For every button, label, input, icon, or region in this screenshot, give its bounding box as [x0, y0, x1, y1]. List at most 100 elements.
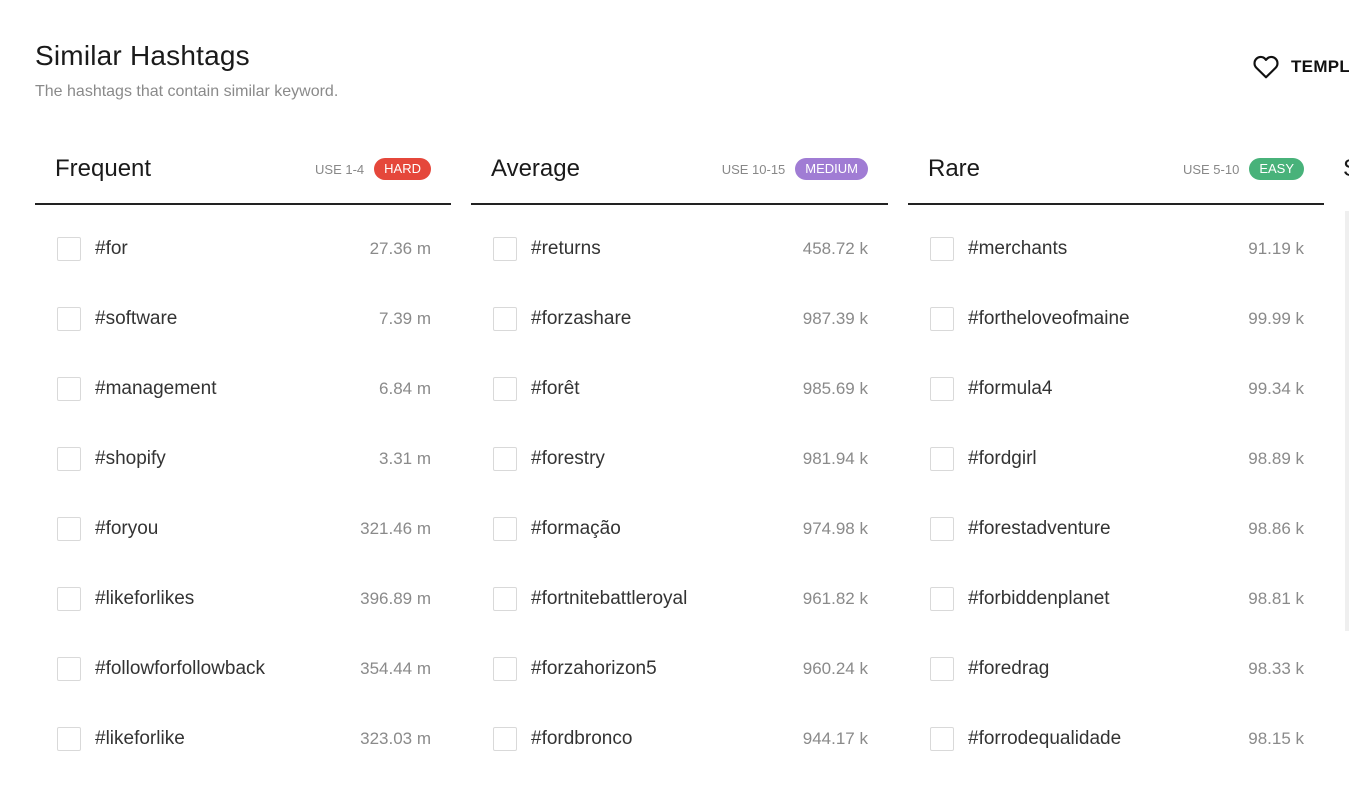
hashtag-row[interactable]: #for 27.36 m [35, 205, 451, 275]
hashtag-label: #formação [531, 518, 621, 539]
hashtag-count: 99.99 k [1248, 309, 1304, 328]
hashtag-checkbox[interactable] [57, 517, 81, 541]
hashtag-checkbox[interactable] [57, 377, 81, 401]
column-average: Average USE 10-15 MEDIUM #returns 458.72 … [471, 145, 888, 765]
hashtag-row[interactable]: #management 6.84 m [35, 345, 451, 415]
hashtag-label: #foredrag [968, 658, 1050, 679]
hashtag-checkbox[interactable] [493, 587, 517, 611]
hashtag-checkbox[interactable] [930, 307, 954, 331]
hashtag-label: #fordgirl [968, 448, 1037, 469]
hashtag-checkbox[interactable] [930, 727, 954, 751]
hashtag-count: 323.03 m [360, 729, 431, 748]
hashtag-row[interactable]: #forzashare 987.39 k [471, 275, 888, 345]
hashtag-label: #followforfollowback [95, 658, 266, 679]
hashtag-label: #for [95, 238, 128, 259]
hashtag-label: #likeforlikes [95, 588, 195, 609]
hashtag-row[interactable]: #likeforlikes 396.89 m [35, 555, 451, 625]
hashtag-checkbox[interactable] [493, 307, 517, 331]
partial-column-title: S [1343, 155, 1349, 183]
hashtag-count: 98.89 k [1248, 449, 1304, 468]
hashtag-row[interactable]: #forbiddenplanet 98.81 k [908, 555, 1324, 625]
hashtag-label: #software [95, 308, 178, 329]
hashtag-row[interactable]: #forrodequalidade 98.15 k [908, 695, 1324, 765]
hashtag-count: 91.19 k [1248, 239, 1304, 258]
hashtag-label: #fortnitebattleroyal [531, 588, 688, 609]
hashtag-label: #forestadventure [968, 518, 1111, 539]
column-meta: USE 10-15 MEDIUM [722, 158, 868, 180]
hashtag-row[interactable]: #formação 974.98 k [471, 485, 888, 555]
hashtag-checkbox[interactable] [493, 517, 517, 541]
hashtag-count: 7.39 m [379, 309, 431, 328]
scroll-edge [1345, 211, 1349, 631]
hashtag-label: #forbiddenplanet [968, 588, 1110, 609]
hashtag-count: 458.72 k [802, 239, 868, 258]
hashtag-row[interactable]: #foredrag 98.33 k [908, 625, 1324, 695]
hashtag-count: 27.36 m [369, 239, 431, 258]
hashtag-label: #formula4 [968, 378, 1053, 399]
hashtag-checkbox[interactable] [930, 237, 954, 261]
column-meta: USE 1-4 HARD [315, 158, 431, 180]
hashtag-row[interactable]: #formula4 99.34 k [908, 345, 1324, 415]
hashtag-count: 6.84 m [379, 379, 431, 398]
hashtag-checkbox[interactable] [57, 657, 81, 681]
hashtag-checkbox[interactable] [57, 237, 81, 261]
hashtag-checkbox[interactable] [930, 657, 954, 681]
hashtag-row[interactable]: #merchants 91.19 k [908, 205, 1324, 275]
hashtag-row[interactable]: #fortnitebattleroyal 961.82 k [471, 555, 888, 625]
hashtag-row[interactable]: #fordbronco 944.17 k [471, 695, 888, 765]
hashtag-count: 396.89 m [360, 589, 431, 608]
hashtag-count: 98.15 k [1248, 729, 1304, 748]
difficulty-badge: HARD [374, 158, 431, 180]
hashtag-row[interactable]: #returns 458.72 k [471, 205, 888, 275]
hashtag-count: 99.34 k [1248, 379, 1304, 398]
difficulty-badge: EASY [1249, 158, 1304, 180]
hashtag-row[interactable]: #fordgirl 98.89 k [908, 415, 1324, 485]
hashtag-count: 974.98 k [802, 519, 868, 538]
page-title: Similar Hashtags [35, 40, 250, 71]
usage-hint: USE 5-10 [1182, 161, 1240, 177]
hashtag-checkbox[interactable] [493, 727, 517, 751]
hashtag-checkbox[interactable] [57, 587, 81, 611]
hashtag-label: #forzashare [531, 308, 632, 329]
hashtag-count: 321.46 m [360, 519, 431, 538]
hashtag-label: #forzahorizon5 [531, 658, 657, 679]
hashtag-count: 3.31 m [379, 449, 431, 468]
usage-hint: USE 1-4 [315, 161, 365, 177]
hashtag-row[interactable]: #foryou 321.46 m [35, 485, 451, 555]
hashtag-row[interactable]: #followforfollowback 354.44 m [35, 625, 451, 695]
hashtag-checkbox[interactable] [930, 447, 954, 471]
column-header: Frequent USE 1-4 HARD [35, 145, 451, 205]
hashtag-count: 354.44 m [360, 659, 431, 678]
hashtag-checkbox[interactable] [57, 447, 81, 471]
hashtag-checkbox[interactable] [930, 377, 954, 401]
hashtag-checkbox[interactable] [493, 657, 517, 681]
hashtag-row[interactable]: #forestry 981.94 k [471, 415, 888, 485]
hashtag-checkbox[interactable] [493, 237, 517, 261]
hashtag-checkbox[interactable] [57, 727, 81, 751]
hashtag-count: 985.69 k [802, 379, 868, 398]
hashtag-checkbox[interactable] [493, 377, 517, 401]
hashtag-label: #returns [531, 238, 601, 259]
heart-icon [1253, 55, 1279, 79]
hashtag-label: #management [95, 378, 217, 399]
templates-button[interactable]: TEMPL [1253, 55, 1349, 79]
hashtag-row[interactable]: #shopify 3.31 m [35, 415, 451, 485]
hashtag-checkbox[interactable] [930, 517, 954, 541]
hashtag-row[interactable]: #fortheloveofmaine 99.99 k [908, 275, 1324, 345]
page-subtitle: The hashtags that contain similar keywor… [35, 83, 339, 100]
hashtag-checkbox[interactable] [57, 307, 81, 331]
hashtag-label: #foryou [95, 518, 159, 539]
hashtag-row[interactable]: #forêt 985.69 k [471, 345, 888, 415]
hashtag-checkbox[interactable] [930, 587, 954, 611]
column-rare: Rare USE 5-10 EASY #merchants 91.19 k #fo… [908, 145, 1324, 765]
hashtag-row[interactable]: #software 7.39 m [35, 275, 451, 345]
hashtag-count: 987.39 k [802, 309, 868, 328]
hashtag-row[interactable]: #forestadventure 98.86 k [908, 485, 1324, 555]
hashtag-count: 961.82 k [802, 589, 868, 608]
hashtag-checkbox[interactable] [493, 447, 517, 471]
hashtag-count: 944.17 k [802, 729, 868, 748]
hashtag-row[interactable]: #likeforlike 323.03 m [35, 695, 451, 765]
hashtag-label: #fordbronco [531, 728, 633, 749]
hashtag-row[interactable]: #forzahorizon5 960.24 k [471, 625, 888, 695]
column-header: Average USE 10-15 MEDIUM [471, 145, 888, 205]
